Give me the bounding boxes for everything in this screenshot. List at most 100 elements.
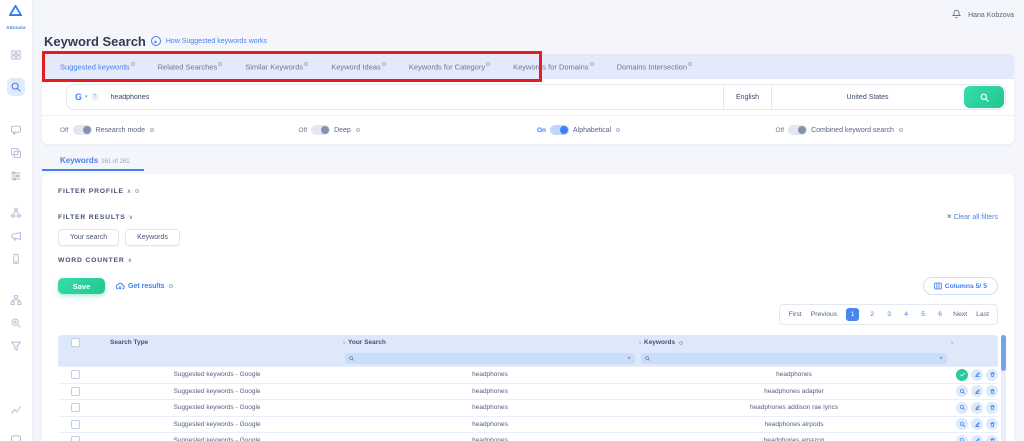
chevron-down-icon[interactable]: ∨ — [129, 214, 133, 221]
pagination-page-2[interactable]: 2 — [868, 311, 876, 318]
sidebar-item-sitemap-icon[interactable] — [7, 291, 25, 309]
search-engine-select[interactable]: G ▾ ? — [67, 85, 107, 109]
toggle-switch-combined-keyword-search[interactable] — [788, 125, 808, 135]
save-button[interactable]: Save — [58, 278, 105, 294]
sort-icon[interactable]: ↑↓ — [950, 340, 954, 346]
trash-icon[interactable] — [986, 418, 998, 431]
column-keywords[interactable]: ↑↓ Keywords — [638, 339, 950, 346]
sidebar-item-mobile-icon[interactable] — [7, 250, 25, 268]
tab-related-searches[interactable]: Related Searches — [158, 61, 223, 71]
sidebar-item-copy-icon[interactable] — [7, 144, 25, 162]
row-checkbox[interactable] — [70, 419, 80, 429]
search-action-icon[interactable] — [956, 385, 968, 398]
sidebar-item-dashboard-icon[interactable] — [7, 46, 25, 64]
chevron-up-icon[interactable]: ∧ — [127, 188, 131, 195]
get-results-button[interactable]: Get results — [115, 282, 173, 290]
search-panel: Suggested keywords Related Searches Simila… — [42, 51, 1014, 144]
help-link[interactable]: How Suggested keywords works — [166, 38, 267, 45]
chevron-up-icon[interactable]: ∧ — [128, 257, 132, 264]
edit-icon[interactable] — [971, 434, 983, 441]
sidebar-item-zoom-search-icon[interactable] — [7, 314, 25, 332]
pagination-last[interactable]: Last — [976, 311, 989, 318]
column-search-type[interactable]: Search Type — [92, 339, 342, 346]
column-your-search[interactable]: ↑↓ Your Search — [342, 339, 638, 346]
row-checkbox[interactable] — [70, 403, 80, 413]
filter-results-label[interactable]: FILTER RESULTS — [58, 214, 126, 221]
row-checkbox[interactable] — [70, 386, 80, 396]
adzoola-logo[interactable]: Adzoola — [6, 5, 26, 34]
row-checkbox[interactable] — [70, 370, 80, 380]
trash-icon[interactable] — [986, 368, 998, 381]
row-checkbox[interactable] — [70, 436, 80, 441]
tab-label: Keywords for Domains — [513, 62, 589, 72]
pagination-page-3[interactable]: 3 — [885, 311, 893, 318]
tab-domains-intersection[interactable]: Domains Intersection — [617, 61, 693, 71]
toggle-switch-deep[interactable] — [311, 125, 331, 135]
tab-suggested-keywords[interactable]: Suggested keywords — [60, 61, 135, 71]
keywords-filter-input[interactable]: × — [641, 352, 947, 364]
info-icon[interactable] — [135, 189, 140, 193]
sidebar-item-funnel-icon[interactable] — [7, 337, 25, 355]
trash-icon[interactable] — [986, 401, 998, 414]
toggle-switch-alphabetical[interactable] — [550, 125, 570, 135]
edit-icon[interactable] — [971, 418, 983, 431]
your-search-filter-input[interactable]: × — [345, 352, 635, 364]
selected-check-icon[interactable] — [956, 368, 968, 381]
pagination-page-1[interactable]: 1 — [846, 308, 860, 321]
keyword-input[interactable] — [106, 85, 723, 109]
clear-all-filters[interactable]: × Clear all filters — [947, 213, 998, 221]
clear-icon[interactable]: × — [627, 355, 631, 362]
country-select[interactable]: United States — [771, 85, 963, 109]
info-icon — [304, 61, 309, 66]
columns-button[interactable]: Columns 5/ 5 — [922, 277, 998, 295]
edit-icon[interactable] — [971, 368, 983, 381]
search-action-icon[interactable] — [956, 418, 968, 431]
pagination-next[interactable]: Next — [953, 311, 967, 318]
select-all-checkbox[interactable] — [70, 338, 80, 347]
sidebar-item-ads-icon[interactable] — [7, 227, 25, 245]
search-action-icon[interactable] — [956, 434, 968, 441]
pagination-page-4[interactable]: 4 — [902, 311, 910, 318]
sidebar-item-chat-icon[interactable] — [7, 121, 25, 139]
filter-profile-label[interactable]: FILTER PROFILE — [58, 188, 124, 195]
pagination-previous[interactable]: Previous — [811, 311, 837, 318]
info-icon[interactable]: ? — [90, 93, 99, 101]
language-select[interactable]: English — [723, 85, 771, 109]
sort-icon[interactable]: ↑↓ — [342, 340, 346, 346]
user-name[interactable]: Hana Kobzova — [968, 12, 1014, 19]
edit-icon[interactable] — [971, 401, 983, 414]
pagination-page-6[interactable]: 6 — [936, 311, 944, 318]
toggle-switch-research-mode[interactable] — [72, 125, 92, 135]
table-scrollbar[interactable] — [1001, 335, 1006, 441]
search-action-icon[interactable] — [956, 401, 968, 414]
chip-your-search[interactable]: Your search — [58, 229, 120, 246]
scrollbar-thumb[interactable] — [1001, 335, 1006, 371]
sidebar-item-tools-icon[interactable] — [7, 167, 25, 185]
chip-keywords[interactable]: Keywords — [125, 229, 180, 246]
info-icon — [679, 340, 684, 345]
sidebar-item-network-icon[interactable] — [7, 204, 25, 222]
pagination-first[interactable]: First — [788, 311, 801, 318]
info-icon — [381, 61, 386, 66]
info-icon — [218, 61, 223, 66]
edit-icon[interactable] — [971, 385, 983, 398]
sort-icon[interactable]: ↑↓ — [638, 340, 642, 346]
notifications-bell-icon[interactable] — [951, 6, 962, 24]
info-icon — [486, 61, 491, 66]
sidebar-item-keyword-search-icon[interactable] — [7, 78, 25, 96]
search-button[interactable] — [964, 86, 1004, 108]
sidebar-item-analytics-icon[interactable] — [7, 401, 25, 419]
tab-label: Keyword Ideas — [331, 62, 381, 72]
tab-keywords-for-category[interactable]: Keywords for Category — [409, 61, 491, 71]
tab-similar-keywords[interactable]: Similar Keywords — [245, 61, 309, 71]
word-counter-label[interactable]: WORD COUNTER — [58, 257, 125, 264]
trash-icon[interactable] — [986, 434, 998, 441]
clear-icon[interactable]: × — [939, 355, 943, 362]
play-video-icon[interactable]: ▶ — [150, 36, 161, 46]
pagination-page-5[interactable]: 5 — [919, 311, 927, 318]
tab-keywords[interactable]: Keywords 261 of 261 — [42, 150, 144, 171]
sidebar-item-support-icon[interactable] — [7, 431, 25, 441]
tab-keyword-ideas[interactable]: Keyword Ideas — [331, 61, 386, 72]
trash-icon[interactable] — [986, 385, 998, 398]
tab-keywords-for-domains[interactable]: Keywords for Domains — [513, 61, 594, 72]
